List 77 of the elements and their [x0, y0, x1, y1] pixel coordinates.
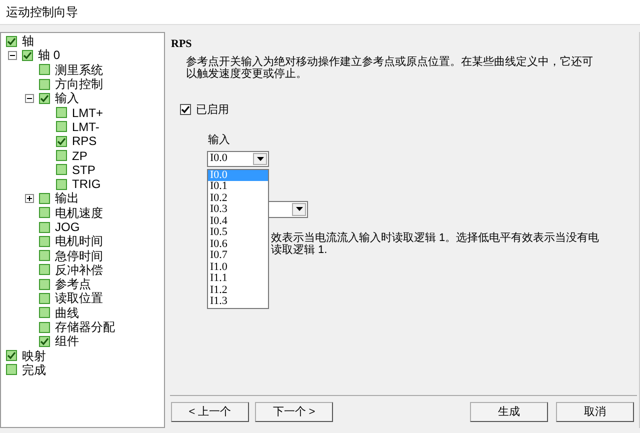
- tree-item[interactable]: 反冲补偿: [55, 264, 103, 276]
- checkbox[interactable]: [39, 322, 50, 333]
- checkbox[interactable]: [39, 250, 50, 262]
- expand-icon[interactable]: [25, 194, 34, 203]
- checkbox[interactable]: [56, 164, 67, 176]
- tree-item[interactable]: JOG: [55, 221, 80, 233]
- tree-item[interactable]: 电机速度: [55, 206, 103, 219]
- dropdown-option[interactable]: I0.6: [208, 238, 268, 250]
- checkbox[interactable]: [39, 222, 50, 232]
- tree-item[interactable]: ZP: [72, 150, 88, 162]
- checked-checkbox[interactable]: [39, 336, 50, 347]
- checkbox[interactable]: [56, 150, 67, 162]
- dropdown-arrow-icon[interactable]: [296, 207, 302, 211]
- tree-item[interactable]: STP: [72, 164, 96, 176]
- checked-checkbox[interactable]: [56, 136, 67, 147]
- checkbox[interactable]: [39, 307, 50, 318]
- tree-item[interactable]: 输出: [55, 192, 79, 204]
- window-title: 运动控制向导: [6, 4, 78, 21]
- dropdown-option[interactable]: I0.2: [208, 192, 268, 204]
- checked-checkbox[interactable]: [22, 50, 33, 61]
- tree-item[interactable]: TRIG: [72, 178, 101, 190]
- dropdown-option[interactable]: I0.1: [208, 181, 268, 192]
- checkbox[interactable]: [39, 207, 50, 218]
- tree-item[interactable]: 参考点: [55, 278, 91, 290]
- checked-checkbox[interactable]: [6, 36, 17, 47]
- tree-item[interactable]: 曲线: [55, 306, 79, 319]
- checkbox[interactable]: [39, 192, 50, 204]
- tree-item[interactable]: LMT+: [72, 106, 104, 119]
- tree-item[interactable]: 轴 0: [38, 49, 60, 62]
- checkbox[interactable]: [6, 364, 17, 376]
- tree-item[interactable]: 输入: [55, 92, 79, 104]
- checkbox[interactable]: [39, 264, 50, 276]
- checkbox[interactable]: [39, 78, 50, 90]
- dropdown-option[interactable]: I1.2: [208, 284, 268, 296]
- description-text: 参考点开关输入为绝对移动操作建立参考点或原点位置。在某些曲线定义中，它还可以触发速度变更或停止。: [186, 56, 594, 80]
- dropdown-option[interactable]: I0.5: [208, 227, 268, 238]
- tree-item[interactable]: LMT-: [72, 120, 100, 133]
- description-text: 效表示当电流流入输入时读取逻辑 1。选择低电平有效表示当没有电: [271, 232, 600, 244]
- dropdown-option[interactable]: I0.3: [208, 204, 268, 216]
- cancel-button[interactable]: 取消: [556, 402, 634, 422]
- input-label: 输入: [208, 133, 231, 148]
- dropdown-option[interactable]: I1.0: [208, 262, 268, 273]
- tree-item[interactable]: 完成: [22, 364, 46, 376]
- description-text: 读取逻辑 1.: [271, 244, 328, 256]
- checked-checkbox[interactable]: [39, 92, 50, 104]
- tree-item[interactable]: 映射: [22, 350, 46, 362]
- tree-item[interactable]: 组件: [55, 335, 79, 348]
- generate-button[interactable]: 生成: [470, 402, 548, 422]
- dropdown-option[interactable]: I0.7: [208, 250, 268, 262]
- tree-item[interactable]: 急停时间: [55, 250, 103, 262]
- dropdown-option[interactable]: I1.1: [208, 273, 268, 284]
- collapse-icon[interactable]: [25, 94, 34, 103]
- checked-checkbox[interactable]: [6, 350, 17, 362]
- dropdown-arrow-icon: [256, 156, 264, 160]
- tree-item[interactable]: 存储器分配: [55, 321, 115, 334]
- tree-item[interactable]: 读取位置: [55, 292, 103, 304]
- checkbox[interactable]: [180, 104, 191, 116]
- collapse-icon[interactable]: [8, 50, 17, 60]
- checkbox[interactable]: [56, 121, 67, 132]
- dropdown-option[interactable]: I1.3: [208, 296, 268, 308]
- checkbox[interactable]: [39, 236, 50, 247]
- tree-item[interactable]: 测里系统: [55, 64, 103, 76]
- input-select[interactable]: I0.0: [207, 150, 269, 166]
- checkbox[interactable]: [56, 107, 67, 118]
- checkbox[interactable]: [39, 64, 50, 76]
- next-button[interactable]: 下一个 >: [255, 402, 333, 422]
- checkbox[interactable]: [39, 278, 50, 290]
- tree-item[interactable]: RPS: [72, 135, 97, 148]
- checkbox[interactable]: [39, 292, 50, 304]
- tree-item[interactable]: 轴: [22, 35, 34, 48]
- section-heading: RPS: [171, 37, 193, 52]
- back-button[interactable]: < 上一个: [171, 402, 249, 422]
- checkbox-label: 已启用: [196, 102, 229, 118]
- tree-item[interactable]: 方向控制: [55, 78, 103, 90]
- checkbox[interactable]: [56, 178, 67, 190]
- dropdown-option[interactable]: I0.4: [208, 216, 268, 227]
- tree-item[interactable]: 电机时间: [55, 235, 103, 248]
